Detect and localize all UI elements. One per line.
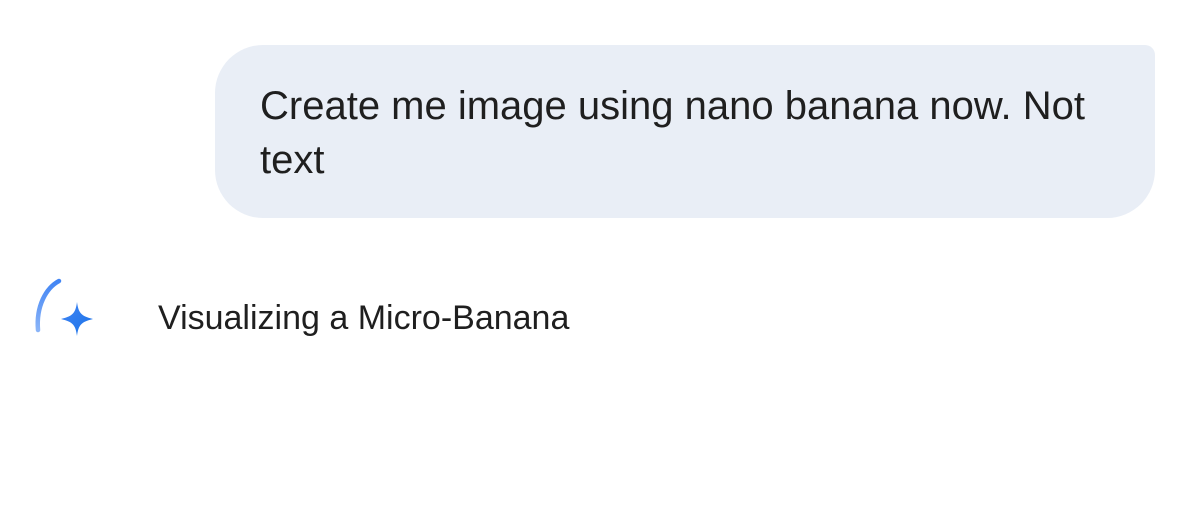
assistant-status-text: Visualizing a Micro-Banana [158,299,570,337]
gemini-spark-loading-icon [30,276,100,346]
assistant-status-row: Visualizing a Micro-Banana [30,276,930,346]
user-message-bubble: Create me image using nano banana now. N… [215,45,1155,218]
user-message-text: Create me image using nano banana now. N… [260,84,1085,182]
